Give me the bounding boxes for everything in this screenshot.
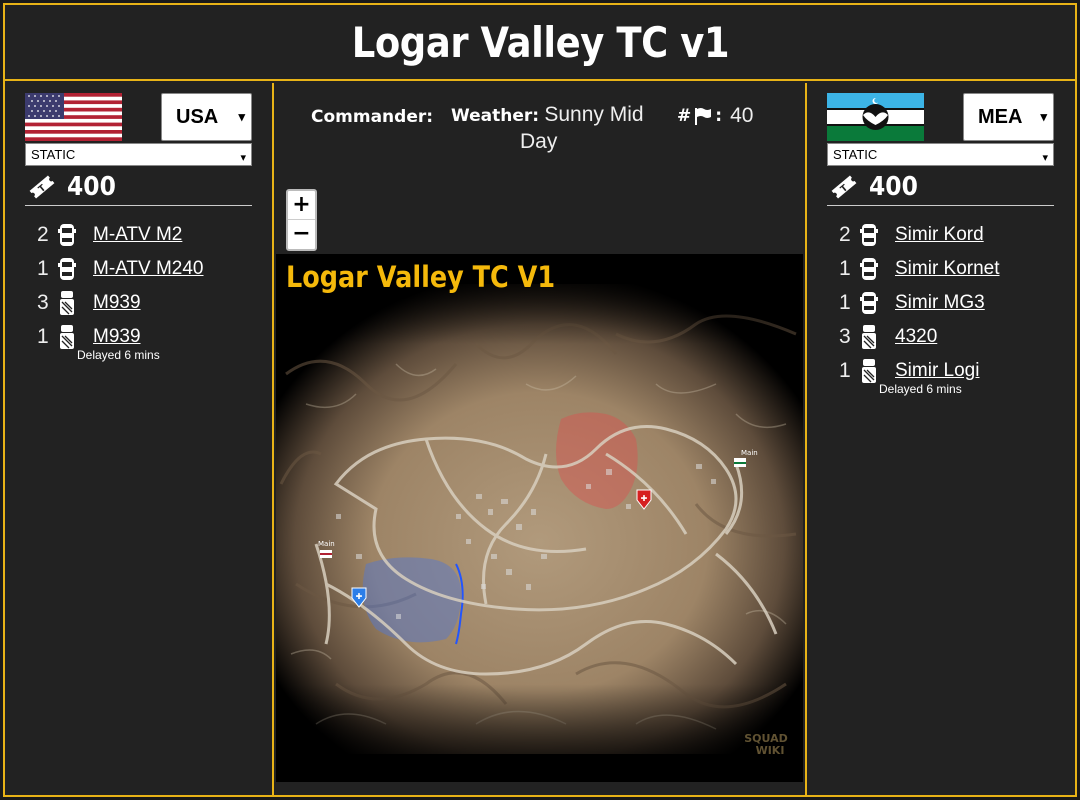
flag-icon xyxy=(695,108,712,125)
column-divider-left xyxy=(272,83,274,797)
svg-text:✚: ✚ xyxy=(641,494,648,503)
unit-count: 3 xyxy=(839,325,851,348)
unit-link[interactable]: M939 xyxy=(93,326,141,348)
flags-separator: : xyxy=(715,106,723,126)
commander-info: Commander: xyxy=(311,106,433,128)
unit-row: 3 4320 xyxy=(839,320,1054,354)
page-title: Logar Valley TC v1 xyxy=(351,17,729,67)
unit-link[interactable]: M939 xyxy=(93,292,141,314)
truck-icon xyxy=(57,324,77,350)
chevron-down-icon: ▾ xyxy=(240,152,246,164)
unit-row: 1 Simir Kornet xyxy=(839,252,1054,286)
tickets-mea: T 400 xyxy=(827,169,1054,206)
mode-select-usa[interactable]: STATIC ▾ xyxy=(25,143,252,166)
faction-select-usa[interactable]: USA ▾ xyxy=(161,93,252,141)
map-watermark-line2: WIKI xyxy=(756,744,785,757)
unit-link[interactable]: Simir Logi xyxy=(895,360,979,382)
faction-select-value: MEA xyxy=(978,105,1023,128)
map-main-label-west: Main xyxy=(318,540,335,548)
usa-flag xyxy=(25,93,122,141)
tickets-usa: T 400 xyxy=(25,169,252,206)
car-icon xyxy=(57,256,77,282)
unit-link[interactable]: Simir MG3 xyxy=(895,292,985,314)
commander-label: Commander: xyxy=(311,107,434,127)
ticket-icon: T xyxy=(29,175,55,199)
unit-list-usa: 2 M-ATV M2 1 M-ATV M240 3 M939 1 M939 Delayed 6 … xyxy=(37,218,252,364)
unit-link[interactable]: Simir Kord xyxy=(895,224,984,246)
faction-select-value: USA xyxy=(176,105,219,128)
delay-note: Delayed 6 mins xyxy=(77,348,160,362)
mode-select-value: STATIC xyxy=(31,147,76,162)
unit-count: 1 xyxy=(37,257,49,280)
ticket-icon: T xyxy=(831,175,857,199)
car-icon xyxy=(859,290,879,316)
zoom-control: + − xyxy=(286,189,317,251)
unit-row: 1 Simir MG3 xyxy=(839,286,1054,320)
map-title: Logar Valley TC V1 xyxy=(286,260,556,294)
unit-row: 2 M-ATV M2 xyxy=(37,218,252,252)
weather-info: Weather: Sunny Mid Day xyxy=(451,103,651,154)
tickets-value: 400 xyxy=(869,172,918,202)
chevron-down-icon: ▾ xyxy=(1042,152,1048,164)
column-divider-right xyxy=(805,83,807,797)
truck-icon xyxy=(859,358,879,384)
flags-value: 40 xyxy=(730,104,754,127)
unit-link[interactable]: M-ATV M240 xyxy=(93,258,204,280)
chevron-down-icon: ▾ xyxy=(1040,109,1047,124)
zoom-in-button[interactable]: + xyxy=(288,191,315,220)
mode-select-value: STATIC xyxy=(833,147,878,162)
delay-note: Delayed 6 mins xyxy=(879,382,962,396)
weather-value-line2: Day xyxy=(520,130,558,153)
mea-flag xyxy=(827,93,924,141)
unit-row: 2 Simir Kord xyxy=(839,218,1054,252)
flags-hash: # xyxy=(677,106,692,126)
zoom-out-button[interactable]: − xyxy=(288,220,315,249)
car-icon xyxy=(859,222,879,248)
faction-select-mea[interactable]: MEA ▾ xyxy=(963,93,1054,141)
unit-link[interactable]: M-ATV M2 xyxy=(93,224,182,246)
unit-link[interactable]: 4320 xyxy=(895,326,937,348)
map-terrain: ✚ ✚ Main Main SQUAD WIKI xyxy=(276,254,803,782)
title-bar: Logar Valley TC v1 xyxy=(5,5,1075,81)
truck-icon xyxy=(57,290,77,316)
svg-text:✚: ✚ xyxy=(356,592,363,601)
map-view[interactable]: ✚ ✚ Main Main SQUAD WIKI Logar Valley TC… xyxy=(276,254,803,782)
unit-count: 1 xyxy=(839,291,851,314)
match-info: Commander: Weather: Sunny Mid Day # : 40 xyxy=(276,100,806,170)
car-icon xyxy=(859,256,879,282)
unit-count: 1 xyxy=(839,257,851,280)
unit-count: 1 xyxy=(839,359,851,382)
unit-count: 2 xyxy=(839,223,851,246)
car-icon xyxy=(57,222,77,248)
unit-count: 2 xyxy=(37,223,49,246)
unit-row: 3 M939 xyxy=(37,286,252,320)
flags-info: # : 40 xyxy=(677,104,753,128)
tickets-value: 400 xyxy=(67,172,116,202)
chevron-down-icon: ▾ xyxy=(238,109,245,124)
weather-value-line1: Sunny Mid xyxy=(544,103,644,126)
unit-row: 1 M-ATV M240 xyxy=(37,252,252,286)
unit-count: 3 xyxy=(37,291,49,314)
mode-select-mea[interactable]: STATIC ▾ xyxy=(827,143,1054,166)
unit-count: 1 xyxy=(37,325,49,348)
unit-link[interactable]: Simir Kornet xyxy=(895,258,1000,280)
unit-list-mea: 2 Simir Kord 1 Simir Kornet 1 Simir MG3 3 4320 1… xyxy=(839,218,1054,398)
weather-label: Weather: xyxy=(451,106,540,126)
truck-icon xyxy=(859,324,879,350)
map-main-label-east: Main xyxy=(741,449,758,457)
